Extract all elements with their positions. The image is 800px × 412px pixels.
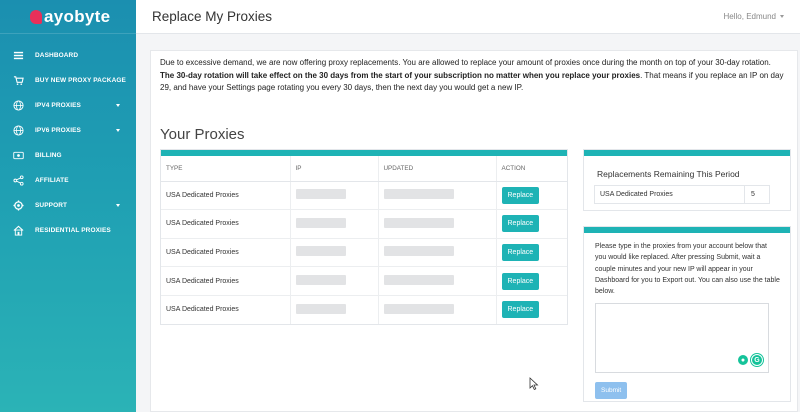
proxy-ip-redacted: [290, 180, 379, 210]
proxy-ip-redacted: [290, 209, 379, 239]
chevron-down-icon: [116, 204, 120, 207]
user-greeting: Hello, Edmund: [723, 12, 776, 21]
lightbulb-icon[interactable]: ●: [738, 355, 748, 365]
card-accent-bar: [584, 150, 790, 156]
proxy-type: USA Dedicated Proxies: [161, 266, 291, 296]
proxy-type: USA Dedicated Proxies: [161, 294, 291, 324]
intro-text: Due to excessive demand, we are now offe…: [160, 57, 790, 95]
sidebar-item-label: AFFILIATE: [35, 177, 69, 184]
page-title: Replace My Proxies: [152, 9, 273, 24]
top-bar: Replace My Proxies Hello, Edmund: [136, 0, 800, 34]
sidebar-item-label: DASHBOARD: [35, 52, 79, 59]
action-cell: Replace: [496, 180, 567, 210]
sidebar-item-support[interactable]: SUPPORT: [0, 193, 136, 218]
sidebar-item-affiliate[interactable]: AFFILIATE: [0, 168, 136, 193]
intro-bold: The 30-day rotation will take effect on …: [160, 70, 641, 80]
proxy-updated-redacted: [378, 294, 497, 324]
action-cell: Replace: [496, 294, 567, 324]
replace-request-card: Please type in the proxies from your acc…: [583, 226, 791, 402]
sidebar-item-label: RESIDENTIAL PROXIES: [35, 227, 111, 234]
sidebar-item-buy-package[interactable]: BUY NEW PROXY PACKAGE: [0, 68, 136, 93]
proxy-updated-redacted: [378, 209, 497, 239]
intro-line-1: Due to excessive demand, we are now offe…: [160, 58, 771, 67]
replace-button[interactable]: Replace: [501, 243, 540, 261]
column-header: ACTION: [496, 156, 567, 182]
replace-button[interactable]: Replace: [501, 301, 540, 319]
replacements-remaining-title: Replacements Remaining This Period: [597, 169, 740, 179]
proxies-table: TYPE IP UPDATED ACTION USA Dedicated Pro…: [161, 156, 567, 324]
proxy-updated-redacted: [378, 266, 497, 296]
sidebar-item-billing[interactable]: BILLING: [0, 143, 136, 168]
proxy-updated-redacted: [378, 237, 497, 267]
grammarly-icon[interactable]: G: [751, 354, 763, 366]
remaining-proxy-type: USA Dedicated Proxies: [595, 186, 745, 203]
sidebar-nav: DASHBOARD BUY NEW PROXY PACKAGE IPV4 PRO…: [0, 43, 136, 243]
column-header: IP: [290, 156, 379, 182]
table-row: USA Dedicated Proxies Replace: [161, 237, 567, 267]
proxy-ip-redacted: [290, 266, 379, 296]
billing-icon: [13, 150, 24, 161]
table-header-row: TYPE IP UPDATED ACTION: [161, 156, 567, 182]
sidebar: ayobyte DASHBOARD BUY NEW PROXY PACKAGE …: [0, 0, 136, 412]
cart-icon: [13, 75, 24, 86]
sidebar-item-label: SUPPORT: [35, 202, 68, 209]
proxy-ip-redacted: [290, 294, 379, 324]
table-row: USA Dedicated Proxies Replace: [161, 209, 567, 239]
sidebar-item-label: BUY NEW PROXY PACKAGE: [35, 77, 126, 84]
replace-button[interactable]: Replace: [501, 272, 540, 290]
replace-instructions: Please type in the proxies from your acc…: [595, 243, 780, 296]
share-icon: [13, 175, 24, 186]
column-header: TYPE: [161, 156, 291, 182]
chevron-down-icon: [116, 104, 120, 107]
sidebar-item-label: IPV4 PROXIES: [35, 102, 81, 109]
proxies-table-card: TYPE IP UPDATED ACTION USA Dedicated Pro…: [160, 149, 568, 325]
proxy-type: USA Dedicated Proxies: [161, 237, 291, 267]
section-title: Your Proxies: [160, 126, 245, 143]
action-cell: Replace: [496, 266, 567, 296]
replacements-remaining-table: USA Dedicated Proxies 5: [594, 185, 770, 204]
replace-button[interactable]: Replace: [501, 186, 540, 204]
replace-button[interactable]: Replace: [501, 215, 540, 233]
textarea-extension-icons: ● G: [738, 354, 763, 366]
sidebar-item-label: IPV6 PROXIES: [35, 127, 81, 134]
globe-icon: [13, 125, 24, 136]
mouse-cursor-icon: [529, 377, 539, 391]
dashboard-icon: [13, 50, 24, 61]
table-row: USA Dedicated Proxies Replace: [161, 180, 567, 210]
table-row: USA Dedicated Proxies Replace: [161, 266, 567, 296]
submit-button[interactable]: Submit: [595, 382, 628, 399]
sidebar-item-label: BILLING: [35, 152, 62, 159]
action-cell: Replace: [496, 237, 567, 267]
replacements-remaining-card: Replacements Remaining This Period USA D…: [583, 149, 791, 211]
proxy-type: USA Dedicated Proxies: [161, 209, 291, 239]
remaining-count: 5: [751, 191, 755, 198]
logo-text: ayobyte: [44, 6, 111, 26]
chevron-down-icon: [116, 129, 120, 132]
proxy-ip-redacted: [290, 237, 379, 267]
card-accent-bar: [584, 227, 790, 233]
user-menu[interactable]: Hello, Edmund: [724, 12, 784, 21]
proxy-type: USA Dedicated Proxies: [161, 180, 291, 210]
sidebar-item-dashboard[interactable]: DASHBOARD: [0, 43, 136, 68]
action-cell: Replace: [496, 209, 567, 239]
proxy-updated-redacted: [378, 180, 497, 210]
support-icon: [13, 200, 24, 211]
home-icon: [13, 225, 24, 236]
main-panel: Due to excessive demand, we are now offe…: [150, 50, 798, 412]
globe-icon: [13, 100, 24, 111]
sidebar-item-residential-proxies[interactable]: RESIDENTIAL PROXIES: [0, 218, 136, 243]
column-header: UPDATED: [378, 156, 497, 182]
brand-logo[interactable]: ayobyte: [0, 0, 136, 34]
sidebar-item-ipv6-proxies[interactable]: IPV6 PROXIES: [0, 118, 136, 143]
logo-mark-icon: [30, 9, 42, 24]
table-row: USA Dedicated Proxies Replace: [161, 294, 567, 324]
chevron-down-icon: [780, 15, 784, 18]
sidebar-item-ipv4-proxies[interactable]: IPV4 PROXIES: [0, 93, 136, 118]
